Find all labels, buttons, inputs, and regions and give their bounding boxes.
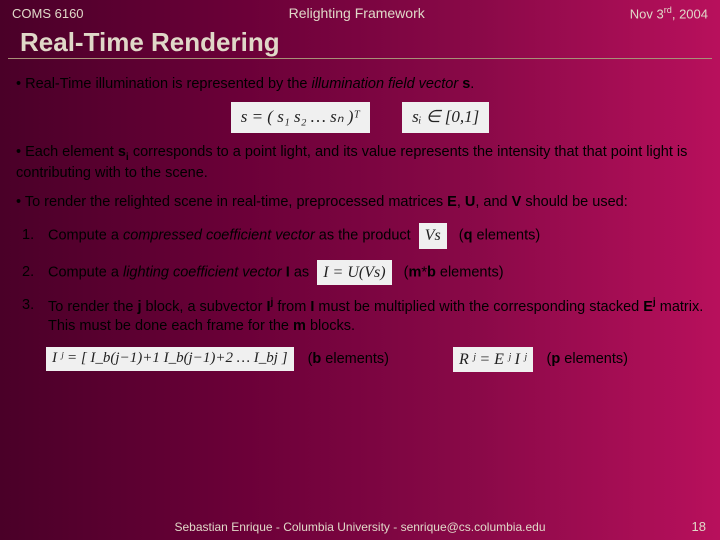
bp2c: elements): [560, 351, 628, 367]
s2-formula: I = U(Vs): [317, 260, 391, 285]
step3-num: 3.: [22, 296, 48, 315]
bottom-formulas: I ʲ = [ I_b(j−1)+1 I_b(j−1)+2 … I_bj ] (…: [42, 347, 704, 372]
b2-s-base: s: [118, 144, 126, 160]
step1-text: Compute a compressed coefficient vector …: [48, 223, 704, 248]
step3-text: To render the j block, a subvector Ij fr…: [48, 296, 704, 336]
bp2b: p: [551, 351, 560, 367]
course-code: COMS 6160: [12, 6, 84, 21]
slide-title: Real-Time Rendering: [8, 25, 712, 59]
b2-a: • Each element: [16, 144, 118, 160]
date-pre: Nov 3: [630, 6, 664, 21]
bottom-formula-left: I ʲ = [ I_b(j−1)+1 I_b(j−1)+2 … I_bj ]: [46, 347, 294, 371]
bullet-1: • Real-Time illumination is represented …: [16, 75, 704, 94]
s1-c: as the product: [315, 228, 411, 244]
date-sup: rd: [664, 5, 672, 15]
s1-pc: elements): [473, 228, 541, 244]
step1-num: 1.: [22, 226, 48, 245]
bp1b: b: [312, 351, 321, 367]
bottom-paren-1: (b elements): [308, 350, 389, 369]
b3-U: U: [465, 194, 475, 210]
bp1c: elements): [321, 351, 389, 367]
s2-pb: m: [408, 264, 421, 280]
s1-pb: q: [464, 228, 473, 244]
step2-text: Compute a lighting coefficient vector I …: [48, 260, 704, 285]
date: Nov 3rd, 2004: [630, 5, 708, 21]
date-post: , 2004: [672, 6, 708, 21]
b1-text-b: illumination field vector: [311, 76, 462, 92]
bottom-formula-right: R ʲ = E ʲ I ʲ: [453, 347, 533, 372]
s1-b: compressed coefficient vector: [123, 228, 315, 244]
step-3: 3. To render the j block, a subvector Ij…: [22, 296, 704, 336]
s2-a: Compute a: [48, 264, 123, 280]
b3-c: should be used:: [521, 194, 627, 210]
b1-text-a: • Real-Time illumination is represented …: [16, 76, 311, 92]
s1-a: Compute a: [48, 228, 123, 244]
s2-pe: elements): [436, 264, 504, 280]
s3-g: must be multiplied with the correspondin…: [314, 299, 643, 315]
footer-text: Sebastian Enrique - Columbia University …: [174, 520, 545, 534]
formula-1: s = ( s₁ s₂ … sₙ )ᵀ sᵢ ∈ [0,1]: [16, 102, 704, 132]
formula-1-left: s = ( s₁ s₂ … sₙ )ᵀ: [231, 102, 370, 132]
s1-formula: Vs: [419, 223, 447, 248]
step2-num: 2.: [22, 263, 48, 282]
bottom-paren-2: (p elements): [547, 350, 628, 369]
b2-s: si: [118, 144, 129, 160]
slide-body: • Real-Time illumination is represented …: [0, 59, 720, 372]
s2-pd: b: [427, 264, 436, 280]
step-1: 1. Compute a compressed coefficient vect…: [22, 223, 704, 248]
bullet-2: • Each element si corresponds to a point…: [16, 143, 704, 184]
page-number: 18: [692, 519, 706, 534]
s2-d: as: [290, 264, 309, 280]
b3-a: • To render the relighted scene in real-…: [16, 194, 447, 210]
b1-text-d: .: [470, 76, 474, 92]
s2-b: lighting coefficient vector: [123, 264, 286, 280]
steps-list: 1. Compute a compressed coefficient vect…: [22, 223, 704, 335]
s3-h: E: [643, 299, 653, 315]
formula-1-right: sᵢ ∈ [0,1]: [402, 102, 489, 132]
b3-E: E: [447, 194, 457, 210]
b3-V: V: [512, 194, 522, 210]
b3-b: , and: [475, 194, 511, 210]
s3-j: m: [293, 318, 306, 334]
s3-k: blocks.: [306, 318, 355, 334]
topic-title: Relighting Framework: [289, 5, 425, 21]
s3-e: from: [273, 299, 310, 315]
s3-Ej: Ej: [643, 299, 656, 315]
footer: Sebastian Enrique - Columbia University …: [0, 520, 720, 534]
bullet-3: • To render the relighted scene in real-…: [16, 193, 704, 212]
s3-a: To render the: [48, 299, 137, 315]
s3-c: block, a subvector: [142, 299, 267, 315]
step-2: 2. Compute a lighting coefficient vector…: [22, 260, 704, 285]
header-bar: COMS 6160 Relighting Framework Nov 3rd, …: [0, 0, 720, 25]
